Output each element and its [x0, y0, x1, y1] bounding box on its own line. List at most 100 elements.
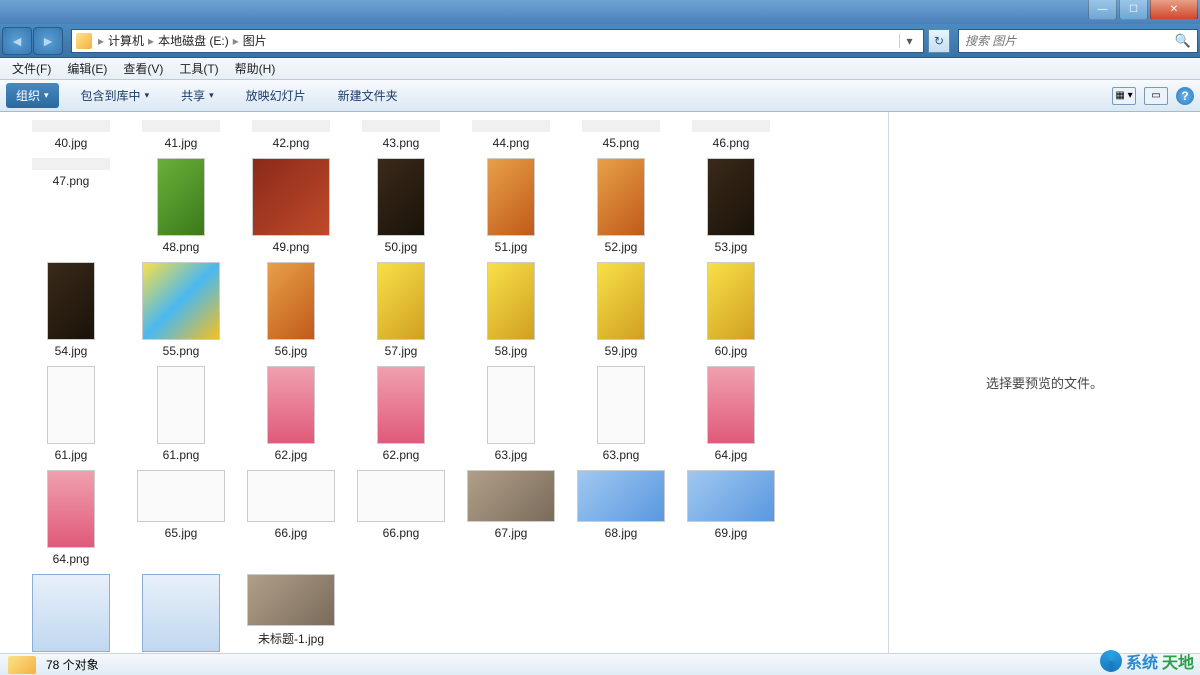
file-item[interactable]: 54.jpg — [16, 262, 126, 358]
file-item[interactable]: 60.jpg — [676, 262, 786, 358]
file-label: 52.jpg — [566, 240, 676, 254]
menu-file[interactable]: 文件(F) — [4, 58, 59, 79]
file-thumbnail — [487, 366, 535, 444]
breadcrumb-item[interactable]: 图片 — [239, 32, 271, 49]
file-label: 53.jpg — [676, 240, 786, 254]
file-item[interactable]: 52.jpg — [566, 158, 676, 254]
breadcrumb-item[interactable]: 本地磁盘 (E:) — [154, 32, 233, 49]
file-item[interactable]: 43.png — [346, 120, 456, 150]
breadcrumb[interactable]: ▸ 计算机 ▸ 本地磁盘 (E:) ▸ 图片 ▾ — [71, 29, 924, 53]
folder-icon — [8, 656, 36, 674]
file-item[interactable]: 71.jpg — [126, 574, 236, 653]
file-item[interactable]: 58.jpg — [456, 262, 566, 358]
file-item[interactable]: 67.jpg — [456, 470, 566, 566]
menu-edit[interactable]: 编辑(E) — [59, 58, 115, 79]
menu-help[interactable]: 帮助(H) — [227, 58, 284, 79]
organize-button[interactable]: 组织 — [6, 83, 59, 108]
file-label: 未标题-1.jpg — [236, 630, 346, 647]
file-item[interactable]: 61.jpg — [16, 366, 126, 462]
minimize-button[interactable]: — — [1088, 0, 1117, 20]
toolbar: 组织 包含到库中 共享 放映幻灯片 新建文件夹 ▦ ▾ ▭ ? — [0, 80, 1200, 112]
file-item[interactable]: 66.png — [346, 470, 456, 566]
file-item[interactable]: 41.jpg — [126, 120, 236, 150]
file-label: 56.jpg — [236, 344, 346, 358]
file-item[interactable]: 69.jpg — [676, 470, 786, 566]
file-thumbnail — [692, 120, 770, 132]
file-label: 44.png — [456, 136, 566, 150]
refresh-button[interactable]: ↻ — [928, 29, 950, 53]
file-label: 61.jpg — [16, 448, 126, 462]
file-label: 59.jpg — [566, 344, 676, 358]
file-thumbnail — [597, 366, 645, 444]
file-item[interactable]: 47.png — [16, 158, 126, 254]
file-item[interactable]: 62.jpg — [236, 366, 346, 462]
search-input[interactable] — [965, 34, 1175, 48]
preview-pane: 选择要预览的文件。 — [888, 112, 1200, 653]
share-button[interactable]: 共享 — [171, 84, 224, 107]
menu-view[interactable]: 查看(V) — [115, 58, 171, 79]
file-item[interactable]: 46.png — [676, 120, 786, 150]
file-thumbnail — [267, 262, 315, 340]
file-label: 58.jpg — [456, 344, 566, 358]
file-item[interactable]: 55.png — [126, 262, 236, 358]
breadcrumb-item[interactable]: 计算机 — [104, 32, 148, 49]
file-item[interactable]: 49.png — [236, 158, 346, 254]
file-item[interactable]: 50.jpg — [346, 158, 456, 254]
include-in-library-button[interactable]: 包含到库中 — [71, 84, 160, 107]
file-item[interactable]: 63.jpg — [456, 366, 566, 462]
file-label: 62.png — [346, 448, 456, 462]
file-thumbnail — [707, 366, 755, 444]
file-item[interactable]: 56.jpg — [236, 262, 346, 358]
file-thumbnail — [47, 366, 95, 444]
preview-pane-toggle[interactable]: ▭ — [1144, 87, 1168, 105]
file-thumbnail — [142, 574, 220, 652]
file-label: 61.png — [126, 448, 236, 462]
file-list-pane[interactable]: 40.jpg41.jpg42.png43.png44.png45.png46.p… — [0, 112, 888, 653]
file-item[interactable]: 未标题-1.jpg — [236, 574, 346, 653]
back-button[interactable]: ◄ — [2, 27, 32, 55]
forward-button[interactable]: ► — [33, 27, 63, 55]
file-thumbnail — [157, 366, 205, 444]
search-icon[interactable]: 🔍 — [1175, 33, 1191, 49]
file-label: 51.jpg — [456, 240, 566, 254]
file-item[interactable]: 51.jpg — [456, 158, 566, 254]
file-item[interactable]: 57.jpg — [346, 262, 456, 358]
file-item[interactable]: 42.png — [236, 120, 346, 150]
file-item[interactable]: 61.png — [126, 366, 236, 462]
file-item[interactable]: 44.png — [456, 120, 566, 150]
file-label: 64.png — [16, 552, 126, 566]
file-item[interactable]: 65.jpg — [126, 470, 236, 566]
file-item[interactable]: 40.jpg — [16, 120, 126, 150]
file-thumbnail — [577, 470, 665, 522]
file-thumbnail — [597, 262, 645, 340]
new-folder-button[interactable]: 新建文件夹 — [328, 84, 408, 107]
file-item[interactable]: 53.jpg — [676, 158, 786, 254]
file-item[interactable]: 59.jpg — [566, 262, 676, 358]
file-item[interactable]: 45.png — [566, 120, 676, 150]
close-button[interactable]: ✕ — [1150, 0, 1198, 20]
file-item[interactable]: 63.png — [566, 366, 676, 462]
file-label: 66.png — [346, 526, 456, 540]
breadcrumb-dropdown[interactable]: ▾ — [899, 34, 919, 48]
search-box[interactable]: 🔍 — [958, 29, 1198, 53]
file-item[interactable]: 70.jpg — [16, 574, 126, 653]
file-label: 57.jpg — [346, 344, 456, 358]
file-item[interactable]: 48.png — [126, 158, 236, 254]
file-label: 64.jpg — [676, 448, 786, 462]
file-label: 63.png — [566, 448, 676, 462]
help-icon[interactable]: ? — [1176, 87, 1194, 105]
slideshow-button[interactable]: 放映幻灯片 — [236, 84, 316, 107]
file-item[interactable]: 68.jpg — [566, 470, 676, 566]
file-thumbnail — [252, 158, 330, 236]
file-item[interactable]: 66.jpg — [236, 470, 346, 566]
file-item[interactable]: 64.jpg — [676, 366, 786, 462]
menu-tools[interactable]: 工具(T) — [171, 58, 226, 79]
file-thumbnail — [32, 574, 110, 652]
file-label: 46.png — [676, 136, 786, 150]
file-item[interactable]: 64.png — [16, 470, 126, 566]
file-item[interactable]: 62.png — [346, 366, 456, 462]
file-thumbnail — [687, 470, 775, 522]
view-options-button[interactable]: ▦ ▾ — [1112, 87, 1136, 105]
maximize-button[interactable]: ☐ — [1119, 0, 1148, 20]
watermark: 系统天地 — [1100, 649, 1194, 673]
